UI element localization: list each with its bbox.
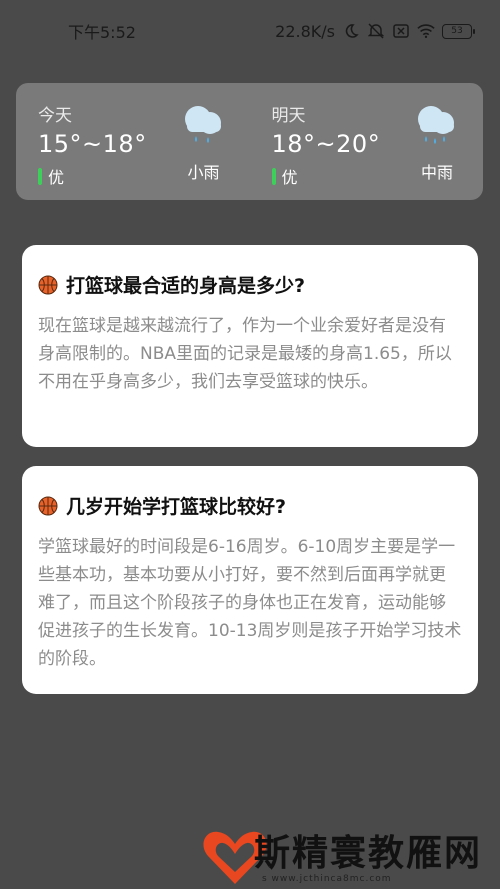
network-speed: 22.8K/s: [275, 21, 335, 41]
light-rain-icon: [184, 106, 221, 143]
battery-level: 53: [451, 26, 463, 36]
weather-tomorrow[interactable]: 明天 18°~20° 优 中雨: [250, 83, 484, 200]
qa-body: 学篮球最好的时间段是6-16周岁。6-10周岁主要是学一些基本功，基本功要从小打…: [38, 537, 462, 669]
basketball-icon: [38, 275, 58, 294]
weather-card[interactable]: 今天 15°~18° 优 小雨 明天 18°~20° 优 中雨: [16, 83, 483, 200]
aqi-label: 优: [281, 168, 298, 187]
qa-body: 现在篮球是越来越流行了，作为一个业余爱好者是没有身高限制的。NBA里面的记录是最…: [38, 316, 452, 392]
wifi-icon: [417, 22, 435, 40]
qa-title: 打篮球最合适的身高是多少?: [66, 275, 306, 297]
qa-title: 几岁开始学打篮球比较好?: [66, 496, 287, 518]
watermark-url: s www.jcthinca8mc.com: [262, 874, 392, 884]
status-icons: 22.8K/s 53: [275, 21, 475, 41]
moderate-rain-icon: [418, 106, 454, 144]
basketball-icon: [38, 496, 58, 515]
weather-condition: 中雨: [420, 163, 453, 182]
battery-icon: 53: [442, 23, 475, 39]
moon-icon: [342, 22, 360, 40]
aqi-label: 优: [48, 168, 65, 187]
mute-icon: [367, 22, 385, 40]
qa-card[interactable]: 几岁开始学打篮球比较好? 学篮球最好的时间段是6-16周岁。6-10周岁主要是学…: [22, 466, 478, 694]
watermark: 斯精寰教雁网 s www.jcthinca8mc.com: [200, 824, 500, 889]
aqi-indicator: [271, 167, 276, 185]
qa-card[interactable]: 打篮球最合适的身高是多少? 现在篮球是越来越流行了，作为一个业余爱好者是没有身高…: [22, 245, 478, 447]
aqi-indicator: [38, 167, 42, 185]
status-time: 下午5:52: [68, 23, 136, 42]
status-bar: 下午5:52 22.8K/s 53: [0, 0, 500, 62]
weather-today[interactable]: 今天 15°~18° 优 小雨: [16, 83, 250, 200]
watermark-text: 斯精寰教雁网: [254, 833, 483, 874]
no-sim-icon: [392, 22, 410, 40]
qa-title-row: 几岁开始学打篮球比较好?: [38, 492, 462, 519]
weather-condition: 小雨: [187, 163, 220, 182]
qa-title-row: 打篮球最合适的身高是多少?: [38, 271, 462, 298]
